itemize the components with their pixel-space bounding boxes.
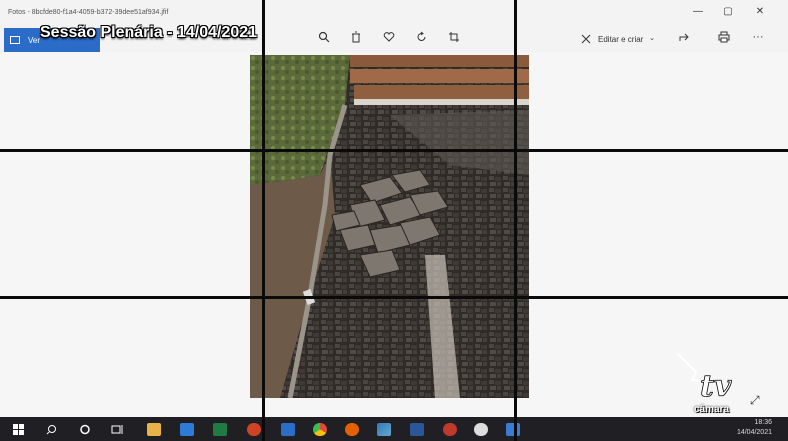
powerpoint-icon[interactable] xyxy=(247,423,261,436)
edit-create-button[interactable]: Editar e criar xyxy=(598,35,643,44)
displayed-photo xyxy=(250,55,529,398)
minimize-button[interactable]: — xyxy=(688,6,708,17)
task-view-icon[interactable] xyxy=(110,423,124,436)
print-icon[interactable] xyxy=(716,31,732,46)
video-wall-divider xyxy=(262,0,265,441)
rotate-icon[interactable] xyxy=(414,31,430,46)
crop-icon[interactable] xyxy=(446,31,462,46)
chrome-icon[interactable] xyxy=(313,423,327,436)
system-clock[interactable]: 18:36 14/04/2021 xyxy=(737,418,772,438)
excel-icon[interactable] xyxy=(213,423,227,436)
file-explorer-icon[interactable] xyxy=(147,423,161,436)
video-wall-divider xyxy=(0,296,788,299)
title-bar: Fotos - 8bcfde80-f1a4-4059-b372-39dee51a… xyxy=(0,0,788,26)
share-icon[interactable] xyxy=(676,31,692,46)
app-white-icon[interactable] xyxy=(474,423,488,436)
gallery-icon xyxy=(10,36,20,44)
clock-date: 14/04/2021 xyxy=(736,429,772,436)
video-wall-divider xyxy=(0,149,788,152)
windows-start-icon[interactable] xyxy=(12,423,26,436)
chevron-down-icon[interactable]: ⌄ xyxy=(644,34,660,42)
svg-text:tv: tv xyxy=(700,369,732,404)
heart-icon[interactable] xyxy=(381,31,397,46)
edge-icon[interactable] xyxy=(377,423,391,436)
close-button[interactable]: ✕ xyxy=(750,6,770,17)
logo-text: câmara xyxy=(694,404,730,415)
view-all-label: Ver xyxy=(28,36,41,45)
more-icon[interactable]: ··· xyxy=(750,31,766,43)
cortana-icon[interactable] xyxy=(78,423,92,436)
app-red-icon[interactable] xyxy=(443,423,457,436)
firefox-icon[interactable] xyxy=(345,423,359,436)
outlook-icon[interactable] xyxy=(281,423,295,436)
edit-create-icon xyxy=(578,34,594,47)
video-wall-divider xyxy=(514,0,517,441)
screen: Fotos - 8bcfde80-f1a4-4059-b372-39dee51a… xyxy=(0,0,788,441)
window-title: Fotos - 8bcfde80-f1a4-4059-b372-39dee51a… xyxy=(8,9,169,16)
zoom-icon[interactable] xyxy=(316,31,332,46)
search-icon[interactable] xyxy=(46,423,60,436)
trash-icon[interactable] xyxy=(348,31,364,46)
photos-icon[interactable] xyxy=(506,423,520,436)
maximize-button[interactable]: ▢ xyxy=(718,6,738,17)
word-app-icon[interactable] xyxy=(410,423,424,436)
mail-icon[interactable] xyxy=(180,423,194,436)
session-title-overlay: Sessão Plenária - 14/04/2021 xyxy=(40,24,258,41)
